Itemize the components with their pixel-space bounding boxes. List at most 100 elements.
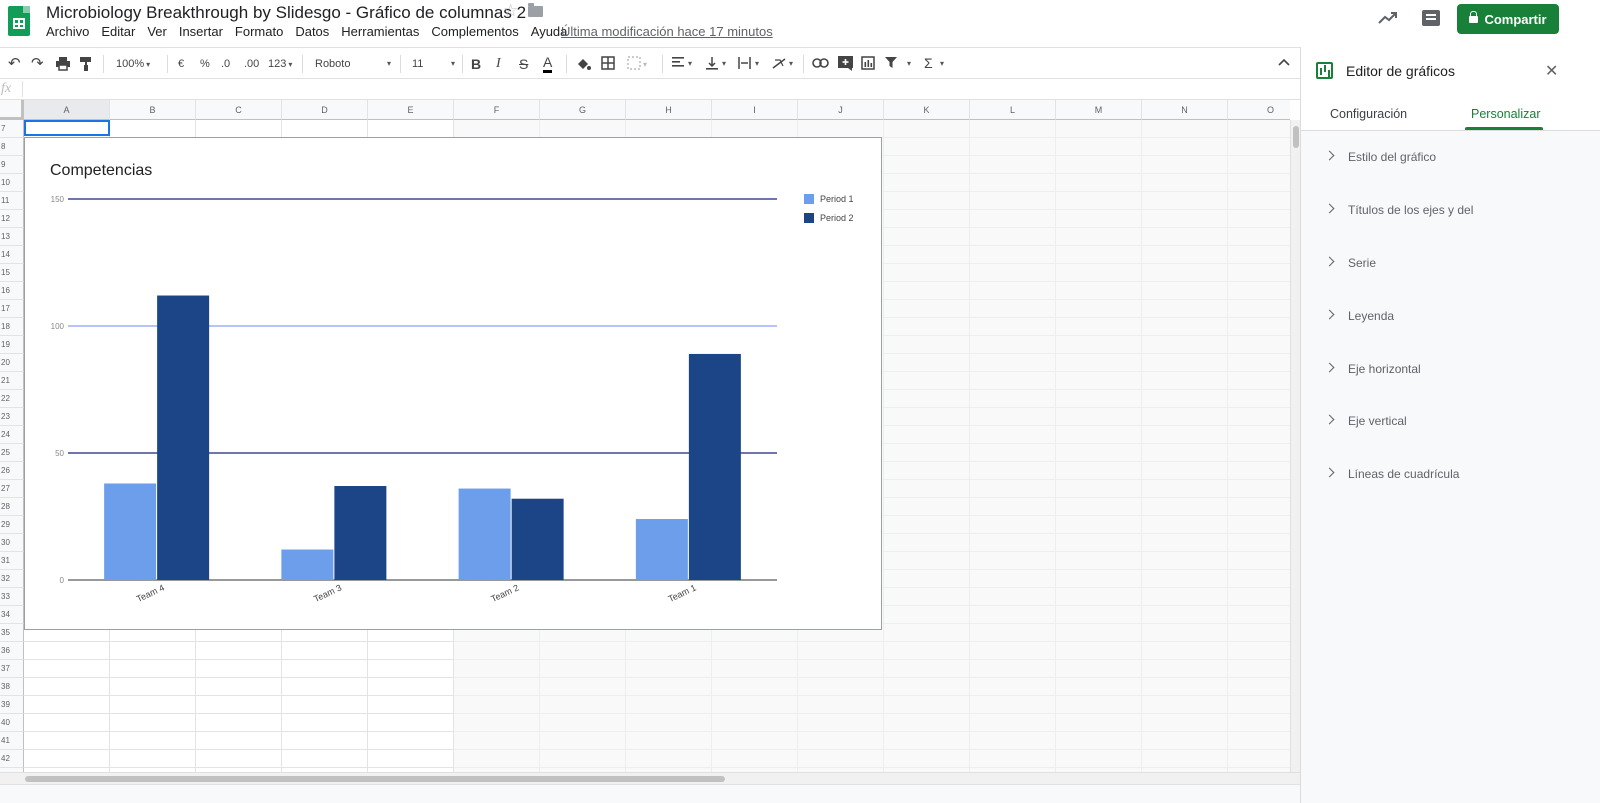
menu-complementos[interactable]: Complementos	[431, 24, 518, 39]
row-header-28[interactable]: 28	[0, 498, 24, 516]
column-header-f[interactable]: F	[454, 100, 540, 120]
row-header-13[interactable]: 13	[0, 228, 24, 246]
redo-icon[interactable]: ↷	[31, 55, 44, 73]
row-header-11[interactable]: 11	[0, 192, 24, 210]
insert-comment-icon[interactable]	[838, 56, 853, 74]
align-vertical-icon[interactable]: ▾	[706, 56, 730, 74]
menu-datos[interactable]: Datos	[295, 24, 329, 39]
more-formats-select[interactable]: 123 ▾	[268, 55, 292, 73]
row-header-33[interactable]: 33	[0, 588, 24, 606]
section-leyenda[interactable]: Leyenda	[1301, 309, 1600, 331]
section-eje-horizontal[interactable]: Eje horizontal	[1301, 362, 1600, 384]
row-header-29[interactable]: 29	[0, 516, 24, 534]
select-all-corner[interactable]	[0, 100, 24, 120]
row-header-32[interactable]: 32	[0, 570, 24, 588]
menu-archivo[interactable]: Archivo	[46, 24, 89, 39]
selected-cell[interactable]	[24, 120, 110, 136]
text-wrap-icon[interactable]: ▾	[738, 56, 764, 74]
strikethrough-button[interactable]: S	[519, 55, 528, 73]
row-header-25[interactable]: 25	[0, 444, 24, 462]
collapse-toolbar-icon[interactable]	[1278, 58, 1290, 76]
font-family-select[interactable]: Roboto ▾	[315, 55, 393, 73]
text-color-button[interactable]: A	[543, 55, 553, 73]
row-header-10[interactable]: 10	[0, 174, 24, 192]
menu-insertar[interactable]: Insertar	[179, 24, 223, 39]
row-header-8[interactable]: 8	[0, 138, 24, 156]
borders-icon[interactable]	[601, 56, 615, 74]
row-header-12[interactable]: 12	[0, 210, 24, 228]
text-rotation-icon[interactable]: ▾	[772, 56, 798, 74]
increase-decimals-button[interactable]: .00	[244, 55, 259, 73]
section-lineas-cuadricula[interactable]: Líneas de cuadrícula	[1301, 467, 1600, 489]
percent-format-button[interactable]: %	[200, 55, 210, 73]
row-header-41[interactable]: 41	[0, 732, 24, 750]
menu-formato[interactable]: Formato	[235, 24, 283, 39]
section-estilo-grafico[interactable]: Estilo del gráfico	[1301, 150, 1600, 172]
section-eje-vertical[interactable]: Eje vertical	[1301, 414, 1600, 436]
row-header-16[interactable]: 16	[0, 282, 24, 300]
row-header-30[interactable]: 30	[0, 534, 24, 552]
tab-configuracion[interactable]: Configuración	[1330, 107, 1407, 121]
fill-color-icon[interactable]	[575, 56, 591, 74]
row-header-14[interactable]: 14	[0, 246, 24, 264]
decrease-decimals-button[interactable]: .0	[221, 55, 230, 73]
menu-herramientas[interactable]: Herramientas	[341, 24, 419, 39]
star-icon[interactable]: ☆	[503, 1, 518, 21]
row-header-35[interactable]: 35	[0, 624, 24, 642]
row-header-23[interactable]: 23	[0, 408, 24, 426]
currency-format-button[interactable]: €	[178, 55, 184, 73]
folder-icon[interactable]	[528, 3, 543, 17]
column-header-l[interactable]: L	[970, 100, 1056, 120]
functions-icon[interactable]: Σ ▾	[924, 56, 950, 74]
column-header-d[interactable]: D	[282, 100, 368, 120]
row-header-22[interactable]: 22	[0, 390, 24, 408]
column-header-g[interactable]: G	[540, 100, 626, 120]
zoom-select[interactable]: 100% ▾	[116, 55, 150, 73]
undo-icon[interactable]: ↶	[8, 55, 21, 73]
row-header-39[interactable]: 39	[0, 696, 24, 714]
paint-format-icon[interactable]	[80, 57, 92, 75]
column-header-b[interactable]: B	[110, 100, 196, 120]
section-titulos[interactable]: Títulos de los ejes y del	[1301, 203, 1600, 225]
activity-trend-icon[interactable]	[1378, 10, 1398, 26]
row-header-38[interactable]: 38	[0, 678, 24, 696]
tab-personalizar[interactable]: Personalizar	[1471, 107, 1540, 121]
italic-button[interactable]: I	[496, 55, 501, 73]
font-size-select[interactable]: 11 ▾	[412, 55, 457, 73]
column-header-i[interactable]: I	[712, 100, 798, 120]
insert-link-icon[interactable]	[812, 58, 829, 76]
row-header-15[interactable]: 15	[0, 264, 24, 282]
sheets-logo-icon[interactable]	[8, 6, 30, 36]
row-header-36[interactable]: 36	[0, 642, 24, 660]
row-header-20[interactable]: 20	[0, 354, 24, 372]
menu-ver[interactable]: Ver	[147, 24, 167, 39]
row-header-37[interactable]: 37	[0, 660, 24, 678]
align-horizontal-icon[interactable]: ▾	[672, 57, 696, 75]
bold-button[interactable]: B	[471, 55, 481, 73]
share-button[interactable]: Compartir	[1457, 4, 1559, 34]
row-header-34[interactable]: 34	[0, 606, 24, 624]
row-header-24[interactable]: 24	[0, 426, 24, 444]
row-header-7[interactable]: 7	[0, 120, 24, 138]
last-edit-link[interactable]: Última modificación hace 17 minutos	[561, 24, 773, 39]
filter-icon[interactable]: ▾	[885, 57, 915, 75]
horizontal-scrollbar[interactable]	[0, 772, 1300, 784]
column-header-j[interactable]: J	[798, 100, 884, 120]
row-header-17[interactable]: 17	[0, 300, 24, 318]
close-icon[interactable]: ✕	[1545, 61, 1558, 81]
row-header-19[interactable]: 19	[0, 336, 24, 354]
row-header-40[interactable]: 40	[0, 714, 24, 732]
column-header-o[interactable]: O	[1228, 100, 1290, 120]
document-title[interactable]: Microbiology Breakthrough by Slidesgo - …	[46, 3, 526, 23]
row-header-31[interactable]: 31	[0, 552, 24, 570]
column-header-a[interactable]: A	[24, 100, 110, 120]
row-header-26[interactable]: 26	[0, 462, 24, 480]
row-header-42[interactable]: 42	[0, 750, 24, 768]
column-header-m[interactable]: M	[1056, 100, 1142, 120]
section-serie[interactable]: Serie	[1301, 256, 1600, 278]
menu-editar[interactable]: Editar	[101, 24, 135, 39]
merge-cells-icon[interactable]: ▾	[627, 56, 651, 74]
column-header-c[interactable]: C	[196, 100, 282, 120]
column-header-n[interactable]: N	[1142, 100, 1228, 120]
comments-icon[interactable]	[1422, 10, 1440, 26]
